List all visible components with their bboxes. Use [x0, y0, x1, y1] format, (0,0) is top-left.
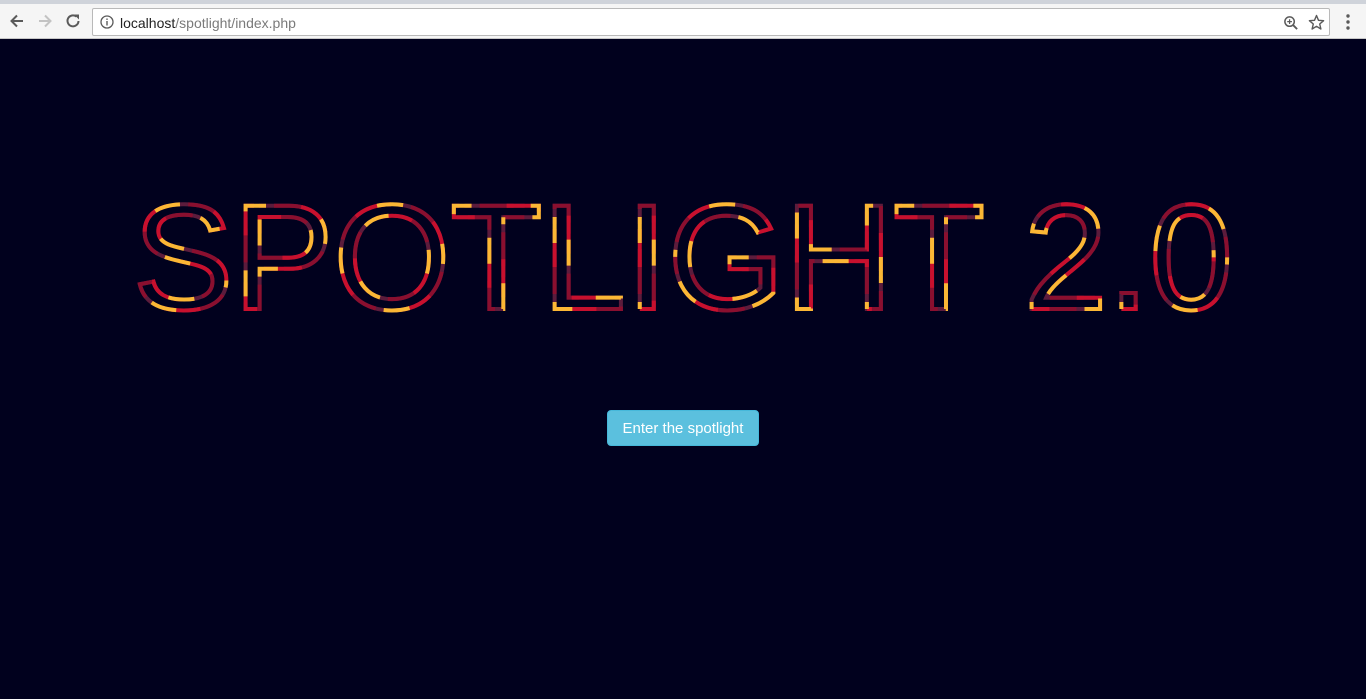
browser-menu-button[interactable] — [1338, 10, 1358, 34]
spotlight-title: SPOTLIGHT 2.0 SPOTLIGHT 2.0 SPOTLIGHT 2.… — [131, 171, 1235, 343]
bookmark-button[interactable] — [1308, 14, 1325, 31]
reload-button[interactable] — [60, 8, 86, 34]
back-arrow-icon — [10, 14, 23, 28]
zoom-button[interactable] — [1282, 14, 1299, 31]
page-viewport: SPOTLIGHT 2.0 SPOTLIGHT 2.0 SPOTLIGHT 2.… — [0, 39, 1366, 699]
title-layer-yellow: SPOTLIGHT 2.0 — [133, 173, 1233, 341]
star-icon — [1308, 14, 1325, 30]
forward-arrow-icon — [39, 14, 52, 28]
address-bar[interactable]: localhost/spotlight/index.php — [92, 8, 1330, 36]
enter-spotlight-button[interactable]: Enter the spotlight — [607, 410, 759, 446]
reload-icon — [66, 14, 80, 28]
zoom-icon — [1283, 15, 1298, 30]
back-button[interactable] — [4, 8, 30, 34]
kebab-menu-icon — [1346, 14, 1350, 30]
url-host: localhost — [120, 15, 176, 31]
url-path: /spotlight/index.php — [175, 15, 296, 31]
info-icon[interactable] — [100, 15, 114, 29]
forward-button[interactable] — [32, 8, 58, 34]
url-text[interactable]: localhost/spotlight/index.php — [120, 15, 296, 31]
spotlight-title-graphic: SPOTLIGHT 2.0 SPOTLIGHT 2.0 SPOTLIGHT 2.… — [131, 171, 1235, 343]
browser-toolbar: localhost/spotlight/index.php — [0, 4, 1366, 39]
